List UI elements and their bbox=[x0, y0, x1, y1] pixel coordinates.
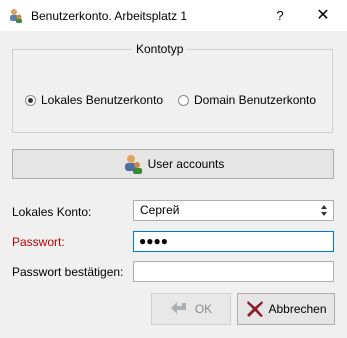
kontotyp-group bbox=[12, 49, 333, 133]
local-account-select[interactable]: Сергей bbox=[133, 200, 334, 221]
cross-icon bbox=[247, 301, 264, 317]
ok-label: OK bbox=[194, 302, 213, 316]
password-label: Passwort: bbox=[12, 235, 65, 249]
ok-button[interactable]: OK bbox=[151, 293, 231, 325]
users-icon bbox=[10, 9, 22, 23]
window-title: Benutzerkonto. Arbeitsplatz 1 bbox=[31, 9, 188, 23]
help-button[interactable]: ? bbox=[270, 6, 290, 26]
radio-label: Lokales Benutzerkonto bbox=[41, 93, 164, 107]
cancel-button[interactable]: Abbrechen bbox=[237, 293, 335, 325]
local-account-label: Lokales Konto: bbox=[12, 205, 92, 219]
user-accounts-label: User accounts bbox=[147, 157, 225, 171]
password-value: ●●●● bbox=[139, 234, 168, 248]
confirm-password-label: Passwort bestätigen: bbox=[12, 265, 124, 279]
radio-unchecked-icon[interactable] bbox=[178, 94, 189, 106]
radio-domain-benutzerkonto[interactable]: Domain Benutzerkonto bbox=[178, 93, 316, 107]
kontotyp-legend: Kontotyp bbox=[132, 42, 188, 56]
cancel-label: Abbrechen bbox=[268, 302, 327, 316]
close-button[interactable]: ✕ bbox=[312, 6, 334, 26]
confirm-password-field[interactable] bbox=[133, 261, 334, 282]
users-icon bbox=[124, 155, 142, 174]
arrow-back-icon bbox=[170, 302, 186, 314]
radio-checked-icon[interactable] bbox=[25, 94, 36, 106]
user-accounts-button[interactable]: User accounts bbox=[12, 149, 334, 179]
local-account-value: Сергей bbox=[140, 203, 180, 217]
radio-lokales-benutzerkonto[interactable]: Lokales Benutzerkonto bbox=[25, 93, 163, 107]
spin-arrows-icon bbox=[321, 205, 327, 216]
password-field[interactable]: ●●●● bbox=[133, 231, 334, 252]
title-bar: Benutzerkonto. Arbeitsplatz 1 ? ✕ bbox=[0, 0, 347, 31]
radio-label: Domain Benutzerkonto bbox=[194, 93, 317, 107]
